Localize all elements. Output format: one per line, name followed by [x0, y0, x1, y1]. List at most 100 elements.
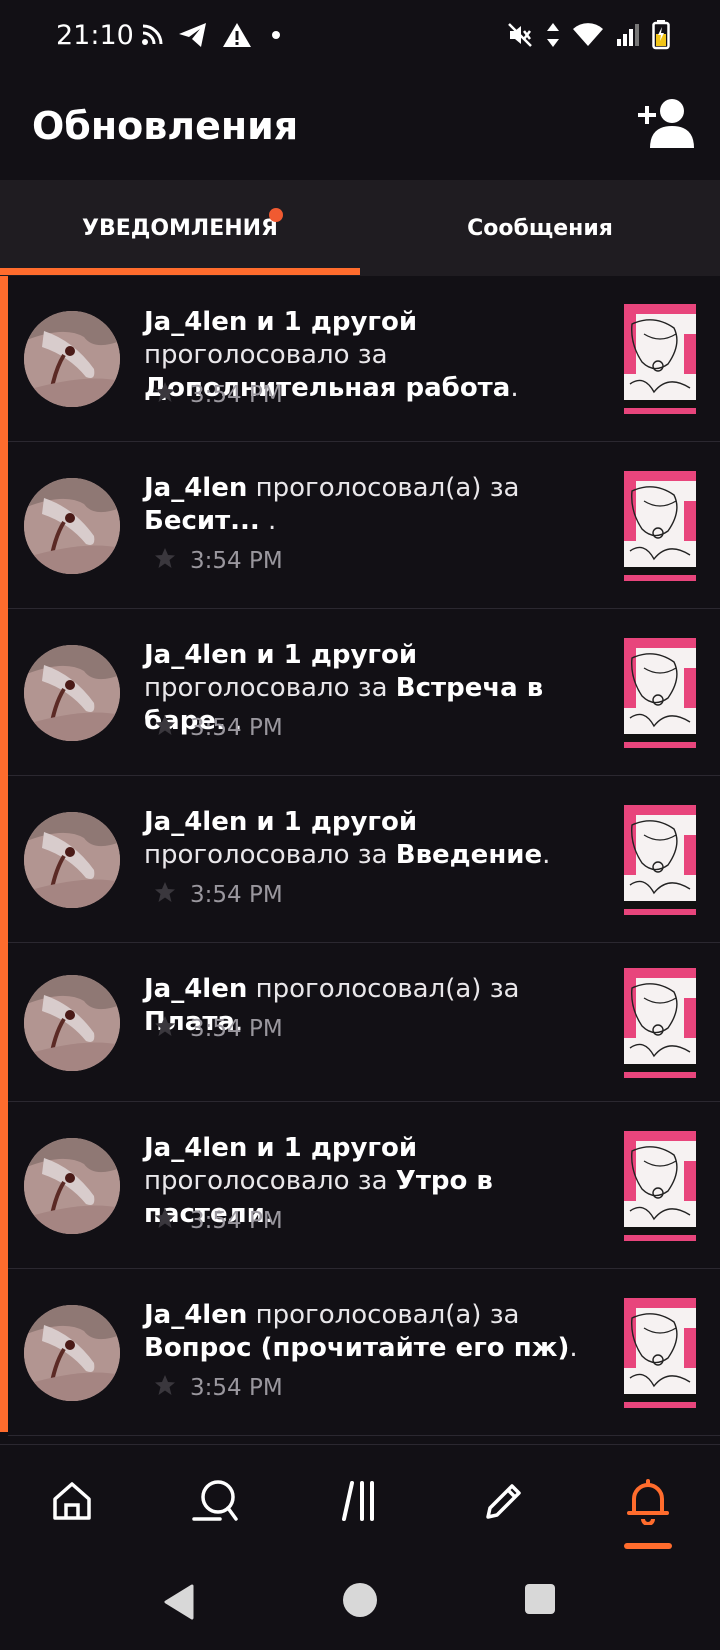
notification-actor[interactable]: Ja_4len и 1 другой [144, 1133, 417, 1163]
active-tab-indicator [0, 268, 360, 275]
tab-messages-label: Сообщения [467, 215, 613, 241]
notification-action: проголосовало за [144, 340, 388, 370]
list-accent-bar [0, 276, 8, 1432]
star-icon [154, 714, 176, 742]
notification-target[interactable]: Бесит... [144, 506, 260, 536]
notification-suffix: . [510, 373, 519, 403]
notification-target[interactable]: Вопрос (прочитайте его пж) [144, 1333, 569, 1363]
warning-icon [222, 22, 252, 53]
app-header: Обновления [0, 74, 720, 180]
page-title: Обновления [32, 104, 299, 148]
notification-text: Ja_4len проголосовал(а) за Бесит... . [144, 472, 604, 538]
status-bar: 21:10 [0, 0, 720, 74]
story-cover-thumbnail[interactable] [624, 1131, 696, 1241]
avatar[interactable] [24, 1138, 120, 1234]
system-recents-button[interactable] [524, 1582, 556, 1621]
notification-item[interactable]: Ja_4len и 1 другой проголосовало за Встр… [8, 609, 720, 776]
add-user-button[interactable] [636, 96, 696, 150]
notification-time: 3:54 PM [190, 715, 283, 741]
status-left-icons [140, 22, 286, 53]
notification-actor[interactable]: Ja_4len [144, 1300, 247, 1330]
notification-meta: 3:54 PM [154, 714, 283, 742]
star-icon [154, 1207, 176, 1235]
mute-icon [506, 21, 534, 54]
system-home-button[interactable] [342, 1582, 378, 1623]
notification-actor[interactable]: Ja_4len и 1 другой [144, 640, 417, 670]
notification-time: 3:54 PM [190, 1375, 283, 1401]
system-nav-bar [0, 1560, 720, 1650]
notification-action: проголосовал(а) за [247, 974, 520, 1004]
active-nav-indicator [624, 1543, 672, 1549]
notification-meta: 3:54 PM [154, 1015, 283, 1043]
notification-meta: 3:54 PM [154, 1374, 283, 1402]
avatar[interactable] [24, 311, 120, 407]
write-icon [482, 1479, 526, 1528]
dot-icon [266, 25, 286, 50]
nav-search-button[interactable] [186, 1473, 246, 1533]
notification-actor[interactable]: Ja_4len [144, 473, 247, 503]
notification-actor[interactable]: Ja_4len [144, 974, 247, 1004]
story-cover-thumbnail[interactable] [624, 805, 696, 915]
tab-bar: УВЕДОМЛЕНИЯ Сообщения [0, 180, 720, 276]
avatar[interactable] [24, 812, 120, 908]
bell-icon [624, 1477, 672, 1530]
nav-library-button[interactable] [330, 1473, 390, 1533]
data-arrows-icon [546, 21, 560, 54]
story-cover-thumbnail[interactable] [624, 1298, 696, 1408]
notification-actor[interactable]: Ja_4len и 1 другой [144, 307, 417, 337]
home-circle-icon [342, 1583, 378, 1622]
notification-time: 3:54 PM [190, 1208, 283, 1234]
status-time: 21:10 [56, 20, 134, 51]
notification-suffix: . [569, 1333, 578, 1363]
wifi-icon [572, 22, 604, 53]
notification-time: 3:54 PM [190, 548, 283, 574]
nav-write-button[interactable] [474, 1473, 534, 1533]
notification-item[interactable]: Ja_4len и 1 другой проголосовало за Утро… [8, 1102, 720, 1269]
notification-list: Ja_4len и 1 другой проголосовало за Допо… [0, 276, 720, 1436]
notification-target[interactable]: Введение [396, 840, 542, 870]
notification-item[interactable]: Ja_4len проголосовал(а) за Вопрос (прочи… [8, 1269, 720, 1436]
signal-icon [616, 23, 640, 52]
home-icon [50, 1479, 94, 1528]
star-icon [154, 381, 176, 409]
bottom-nav [0, 1444, 720, 1560]
notification-meta: 3:54 PM [154, 547, 283, 575]
avatar[interactable] [24, 975, 120, 1071]
system-back-button[interactable] [162, 1582, 196, 1627]
notification-meta: 3:54 PM [154, 881, 283, 909]
notification-action: проголосовало за [144, 840, 396, 870]
battery-icon [652, 20, 670, 55]
notification-time: 3:54 PM [190, 382, 283, 408]
tab-messages[interactable]: Сообщения [360, 180, 720, 276]
recents-icon [524, 1584, 556, 1620]
avatar[interactable] [24, 478, 120, 574]
notification-action: проголосовало за [144, 1166, 396, 1196]
story-cover-thumbnail[interactable] [624, 304, 696, 414]
star-icon [154, 1374, 176, 1402]
star-icon [154, 881, 176, 909]
story-cover-thumbnail[interactable] [624, 471, 696, 581]
add-user-icon [636, 99, 696, 154]
notification-text: Ja_4len проголосовал(а) за Вопрос (прочи… [144, 1299, 604, 1365]
nav-home-button[interactable] [42, 1473, 102, 1533]
tab-notifications[interactable]: УВЕДОМЛЕНИЯ [0, 180, 360, 276]
notification-action: проголосовал(а) за [247, 1300, 520, 1330]
notification-item[interactable]: Ja_4len и 1 другой проголосовало за Введ… [8, 776, 720, 943]
notification-item[interactable]: Ja_4len проголосовал(а) за Плата. 3:54 P… [8, 943, 720, 1102]
notification-item[interactable]: Ja_4len и 1 другой проголосовало за Допо… [8, 276, 720, 442]
notification-item[interactable]: Ja_4len проголосовал(а) за Бесит... . 3:… [8, 442, 720, 609]
notification-actor[interactable]: Ja_4len и 1 другой [144, 807, 417, 837]
notification-meta: 3:54 PM [154, 1207, 283, 1235]
story-cover-thumbnail[interactable] [624, 968, 696, 1078]
library-icon [338, 1479, 382, 1528]
rss-icon [140, 23, 164, 52]
avatar[interactable] [24, 645, 120, 741]
notification-suffix: . [259, 506, 277, 536]
avatar[interactable] [24, 1305, 120, 1401]
story-cover-thumbnail[interactable] [624, 638, 696, 748]
status-right-icons [506, 20, 670, 55]
star-icon [154, 547, 176, 575]
search-icon [190, 1477, 242, 1530]
unread-badge [269, 208, 283, 222]
nav-notifications-button[interactable] [618, 1473, 678, 1533]
